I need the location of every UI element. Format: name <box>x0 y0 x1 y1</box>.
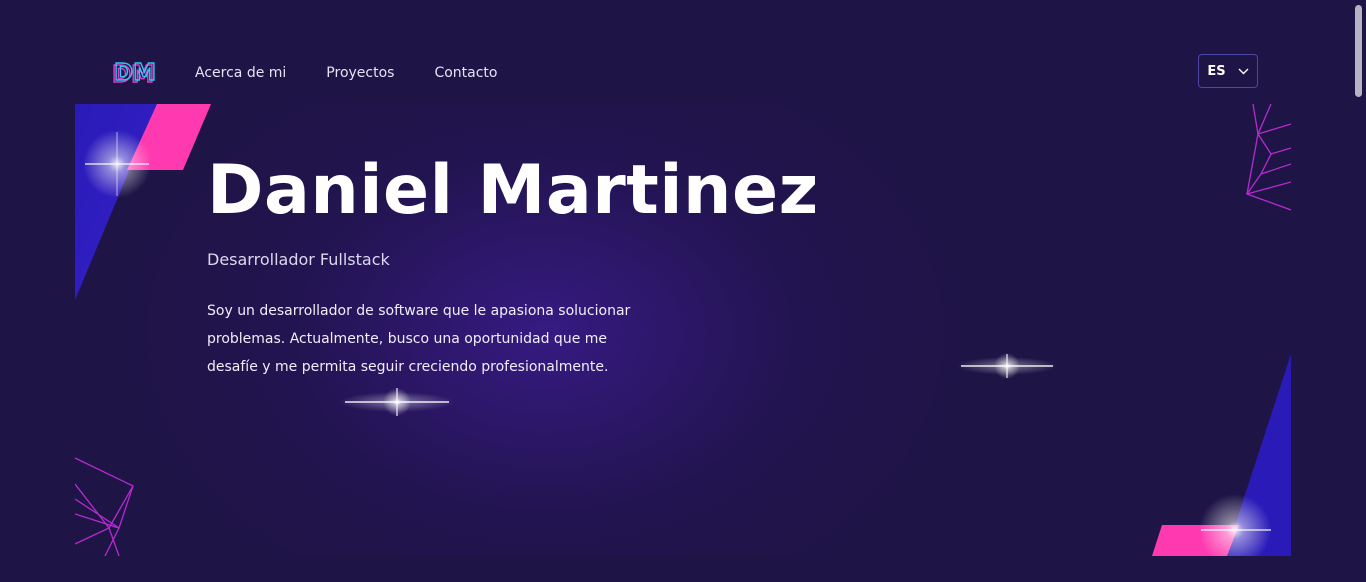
logo-icon: DM DM <box>111 59 156 88</box>
sparkle-right <box>957 353 1057 379</box>
line-mesh-tr <box>1246 104 1291 211</box>
line-mesh-bl <box>75 457 134 556</box>
logo[interactable]: DM DM <box>111 59 159 88</box>
page-scrollbar[interactable] <box>1352 0 1366 582</box>
hero-role: Desarrollador Fullstack <box>207 250 390 269</box>
hero-name: Daniel Martinez <box>207 151 819 230</box>
hero-bio: Soy un desarrollador de software que le … <box>207 303 631 375</box>
page: DM DM Acerca de mi Proyectos Contacto ES <box>0 0 1366 582</box>
logo-text-cyan: DM <box>114 60 156 86</box>
language-select[interactable]: ES <box>1198 54 1258 88</box>
nav-item-proyectos[interactable]: Proyectos <box>326 65 394 81</box>
site-header: DM DM Acerca de mi Proyectos Contacto ES <box>75 50 1291 100</box>
sparkle-left <box>339 388 455 416</box>
hero-section: Daniel Martinez Desarrollador Fullstack … <box>75 104 1291 556</box>
language-selected-label: ES <box>1207 63 1226 79</box>
nav-item-acerca[interactable]: Acerca de mi <box>195 65 286 81</box>
main-nav: Acerca de mi Proyectos Contacto <box>195 65 498 81</box>
chevron-down-icon <box>1238 68 1249 74</box>
nav-item-contacto[interactable]: Contacto <box>434 65 497 81</box>
scrollbar-thumb[interactable] <box>1355 5 1362 97</box>
